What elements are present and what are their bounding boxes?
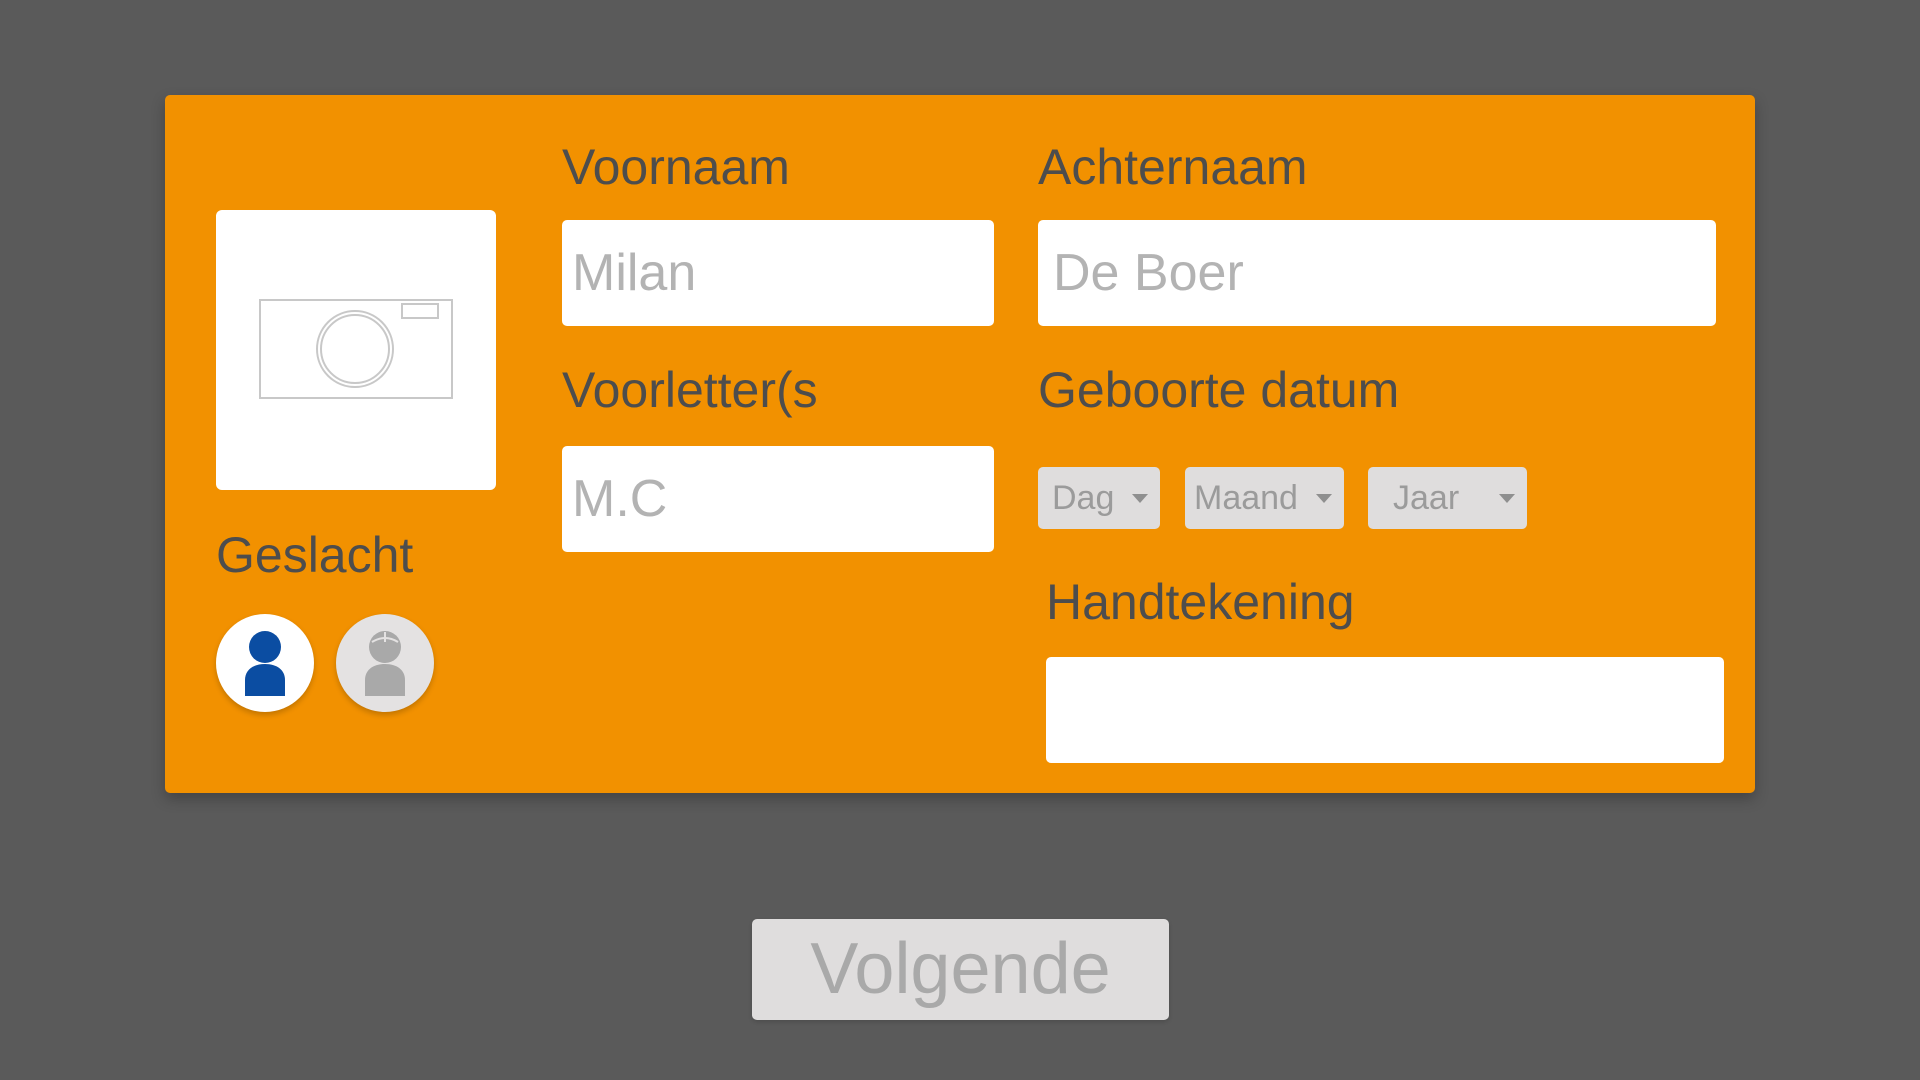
birth-month-select[interactable]: Maand (1185, 467, 1344, 529)
birth-day-select[interactable]: Dag (1038, 467, 1160, 529)
first-name-input[interactable] (562, 220, 994, 326)
chevron-down-icon (1132, 494, 1148, 503)
first-name-label: Voornaam (562, 139, 790, 195)
male-person-icon (245, 631, 285, 696)
gender-female-button[interactable] (336, 614, 434, 712)
initials-input[interactable] (562, 446, 994, 552)
birth-date-label: Geboorte datum (1038, 362, 1400, 418)
birth-day-value: Dag (1052, 479, 1115, 517)
camera-icon (259, 299, 453, 399)
screen: Geslacht Voornaam Achternaam Voorletter( (0, 0, 1920, 1080)
registration-card: Geslacht Voornaam Achternaam Voorletter( (165, 95, 1755, 793)
gender-male-button[interactable] (216, 614, 314, 712)
initials-label: Voorletter(s (562, 362, 818, 418)
signature-label: Handtekening (1046, 574, 1355, 630)
birth-year-select[interactable]: Jaar (1368, 467, 1527, 529)
birth-month-value: Maand (1194, 479, 1298, 517)
chevron-down-icon (1499, 494, 1515, 503)
birth-year-value: Jaar (1393, 479, 1460, 517)
last-name-label: Achternaam (1038, 139, 1308, 195)
female-person-icon (365, 631, 405, 696)
next-button[interactable]: Volgende (752, 919, 1169, 1020)
chevron-down-icon (1316, 494, 1332, 503)
last-name-input[interactable] (1038, 220, 1716, 326)
signature-pad[interactable] (1046, 657, 1724, 763)
photo-upload-button[interactable] (216, 210, 496, 490)
gender-label: Geslacht (216, 527, 414, 583)
